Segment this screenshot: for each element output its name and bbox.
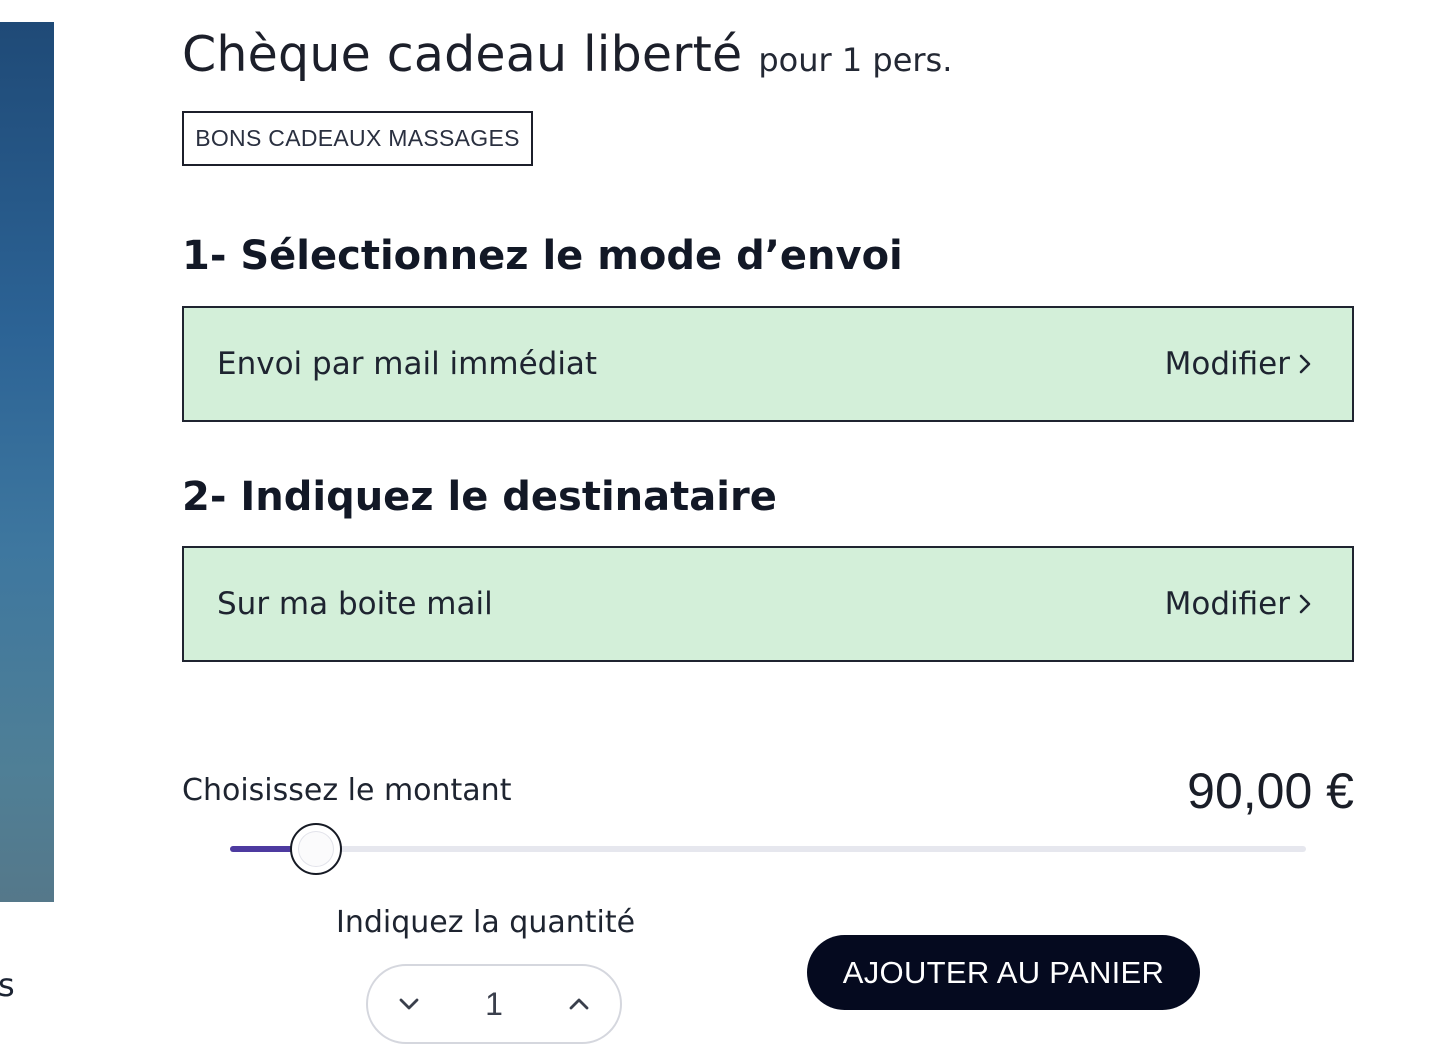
modify-delivery-mode-button[interactable]: Modifier	[1165, 346, 1312, 382]
chevron-right-icon	[1299, 354, 1311, 374]
product-image	[0, 22, 54, 902]
product-header: Chèque cadeau liberté pour 1 pers.	[182, 26, 952, 83]
quantity-label: Indiquez la quantité	[336, 905, 636, 940]
chevron-down-icon	[399, 998, 419, 1010]
modify-label: Modifier	[1164, 346, 1290, 382]
quantity-increment-button[interactable]	[562, 987, 596, 1021]
recipient-box[interactable]: Sur ma boite mail Modifier	[182, 546, 1354, 662]
step1-title: 1- Sélectionnez le mode d’envoi	[182, 233, 903, 279]
recipient-selection: Sur ma boite mail	[217, 586, 493, 622]
product-title: Chèque cadeau liberté	[182, 26, 743, 83]
delivery-mode-box[interactable]: Envoi par mail immédiat Modifier	[182, 306, 1354, 422]
amount-label: Choisissez le montant	[182, 773, 512, 808]
gift-card-page: s Chèque cadeau liberté pour 1 pers. BON…	[0, 0, 1450, 1052]
step2-title: 2- Indiquez le destinataire	[182, 474, 777, 520]
quantity-stepper: 1	[366, 964, 622, 1044]
chevron-right-icon	[1299, 594, 1311, 614]
product-subtitle: pour 1 pers.	[758, 41, 953, 79]
category-tag[interactable]: BONS CADEAUX MASSAGES	[182, 111, 533, 166]
chevron-up-icon	[569, 998, 589, 1010]
slider-track[interactable]	[230, 846, 1306, 852]
amount-slider[interactable]	[230, 822, 1306, 876]
add-to-cart-button[interactable]: AJOUTER AU PANIER	[807, 935, 1200, 1010]
cropped-text: s	[0, 966, 15, 1004]
modify-recipient-button[interactable]: Modifier	[1165, 586, 1312, 622]
modify-label: Modifier	[1164, 586, 1290, 622]
delivery-mode-selection: Envoi par mail immédiat	[217, 346, 598, 382]
slider-thumb[interactable]	[290, 823, 342, 875]
amount-value: 90,00 €	[1187, 763, 1354, 819]
quantity-value[interactable]: 1	[464, 986, 524, 1023]
quantity-decrement-button[interactable]	[392, 987, 426, 1021]
